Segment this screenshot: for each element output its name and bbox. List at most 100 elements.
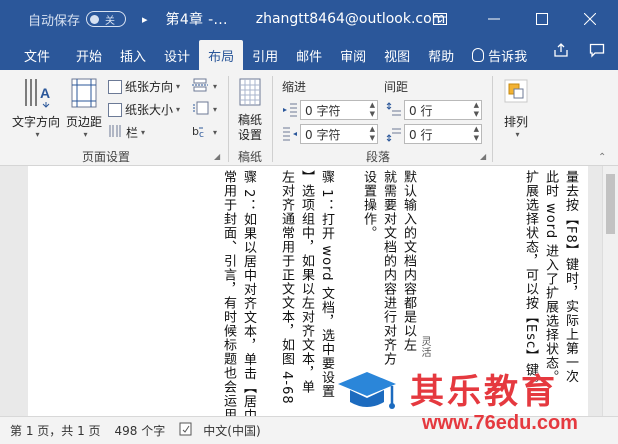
text-column: 扩展选择状态，可以按【Esc】键。 (523, 170, 538, 392)
page-setup-group-label: 页面设置 (82, 150, 131, 164)
size-button[interactable]: 纸张大小 ▾ (108, 101, 180, 118)
minimize-icon[interactable] (474, 0, 514, 38)
autosave-control[interactable]: 自动保存 关 (28, 10, 127, 29)
text-direction-button[interactable]: A 文字方向 ▾ (8, 76, 64, 139)
manuscript-group-label: 稿纸 (238, 150, 263, 164)
text-column: 就需要对文档的内容进行对齐方 (381, 170, 396, 366)
breaks-button[interactable]: ▾ (192, 78, 217, 95)
spacing-label: 间距 (384, 80, 409, 94)
group-separator (228, 76, 229, 162)
svg-text:A: A (40, 85, 50, 101)
paragraph-launcher-icon[interactable]: ◢ (480, 152, 486, 161)
chevron-down-icon: ▾ (176, 105, 181, 114)
chevron-down-icon: ▾ (213, 82, 218, 91)
spacing-after-value: 0 行 (409, 127, 433, 142)
tab-insert[interactable]: 插入 (111, 40, 155, 70)
breaks-icon (192, 78, 210, 95)
tab-help[interactable]: 帮助 (419, 40, 463, 70)
scrollbar-thumb[interactable] (606, 174, 615, 234)
svg-text:c: c (199, 130, 204, 138)
account-name[interactable]: zhangtt8464@outlook.com (256, 11, 446, 27)
share-icon[interactable] (553, 42, 569, 62)
tab-file[interactable]: 文件 (0, 40, 67, 70)
chevron-down-icon: ▾ (213, 128, 218, 137)
collapse-ribbon-icon[interactable]: ⌃ (598, 152, 606, 163)
size-label: 纸张大小 (125, 103, 174, 117)
orientation-button[interactable]: 纸张方向 ▾ (108, 78, 180, 95)
margins-button[interactable]: 页边距 ▾ (64, 76, 104, 139)
tab-label: 帮助 (428, 49, 455, 65)
ribbon-display-options-icon[interactable] (420, 0, 460, 38)
chevron-down-icon: ▾ (83, 130, 88, 139)
orientation-label: 纸张方向 (125, 80, 174, 94)
line-numbers-button[interactable]: ▾ (192, 101, 217, 118)
arrange-icon (499, 76, 533, 110)
close-icon[interactable] (570, 0, 610, 38)
indent-left-icon (282, 102, 298, 118)
text-column: 设置操作。 (361, 170, 376, 240)
ribbon-layout: A 文字方向 ▾ 页边距 ▾ 纸张方向 ▾ 纸张大小 ▾ 栏 ▾ ▾ ▾ b c… (0, 70, 618, 166)
page-setup-launcher-icon[interactable]: ◢ (214, 152, 220, 161)
page-count[interactable]: 第 1 页，共 1 页 (10, 422, 101, 439)
manuscript-icon (233, 76, 267, 110)
tab-design[interactable]: 设计 (155, 40, 199, 70)
comments-icon[interactable] (589, 42, 605, 62)
manuscript-settings-label: 稿纸 设置 (237, 113, 262, 142)
tab-mailings[interactable]: 邮件 (287, 40, 331, 70)
watermark-name: 其乐教育 (410, 372, 558, 412)
spacing-after-icon (386, 126, 402, 142)
indent-left-value: 0 字符 (305, 103, 341, 118)
margin-annotation: 灵活 (419, 336, 430, 358)
margins-label: 页边距 (65, 115, 102, 129)
paper-size-icon (108, 102, 122, 117)
arrange-label: 排列 (503, 115, 528, 129)
autosave-toggle-state: 关 (105, 15, 116, 27)
text-column: 左对齐通常用于正文文本，如图 4-68 (279, 170, 294, 405)
text-column: 常用于封面、引言，有时候标题也会运用 (221, 170, 236, 416)
text-column: 量去按【F8】键时，实际上第一次 (563, 170, 578, 384)
columns-button[interactable]: 栏 ▾ (108, 124, 145, 141)
line-numbers-icon (192, 101, 210, 118)
tell-me-search[interactable]: 告诉我 (463, 40, 536, 70)
chevron-down-icon: ▾ (35, 130, 40, 139)
autosave-label: 自动保存 (28, 13, 81, 29)
autosave-toggle[interactable]: 关 (86, 11, 127, 27)
tab-label: 插入 (120, 49, 147, 65)
spinner-arrows-icon[interactable]: ▲ ▼ (474, 125, 479, 143)
columns-label: 栏 (126, 126, 139, 140)
margins-icon (67, 76, 101, 110)
ribbon-tabs: 文件 开始 插入 设计 布局 引用 邮件 审阅 视图 帮助 告诉我 (0, 38, 618, 70)
columns-icon (108, 124, 122, 141)
indent-left-input[interactable]: 0 字符 ▲ ▼ (300, 100, 378, 120)
spinner-arrows-icon[interactable]: ▲ ▼ (474, 101, 479, 119)
tab-home[interactable]: 开始 (67, 40, 111, 70)
watermark-url: www.76edu.com (422, 412, 578, 434)
quick-access-more-icon[interactable]: ▸ (142, 13, 148, 26)
tab-review[interactable]: 审阅 (331, 40, 375, 70)
indent-right-input[interactable]: 0 字符 ▲ ▼ (300, 124, 378, 144)
hyphenation-button[interactable]: bc ▾ (192, 124, 217, 141)
tab-label: 审阅 (340, 49, 367, 65)
tab-label: 开始 (76, 49, 103, 65)
language[interactable]: 中文(中国) (203, 422, 260, 439)
spinner-arrows-icon[interactable]: ▲ ▼ (370, 101, 375, 119)
tab-layout[interactable]: 布局 (199, 40, 244, 70)
spacing-before-value: 0 行 (409, 103, 433, 118)
text-direction-label: 文字方向 (11, 115, 60, 129)
text-column: 】选项组中，如果以左对齐文本，单 (299, 170, 314, 394)
tab-label: 布局 (208, 49, 235, 65)
spinner-arrows-icon[interactable]: ▲ ▼ (370, 125, 375, 143)
title-bar: 自动保存 关 ▸ 第4章 -... zhangtt8464@outlook.co… (0, 0, 618, 38)
proofing-icon[interactable] (179, 422, 193, 439)
spacing-before-input[interactable]: 0 行 ▲ ▼ (404, 100, 482, 120)
tab-view[interactable]: 视图 (375, 40, 419, 70)
arrange-button[interactable]: 排列 ▾ (498, 76, 534, 139)
spacing-after-input[interactable]: 0 行 ▲ ▼ (404, 124, 482, 144)
tab-label: 视图 (384, 49, 411, 65)
paragraph-group-label: 段落 (366, 150, 391, 164)
manuscript-settings-button[interactable]: 稿纸 设置 (232, 76, 268, 143)
maximize-icon[interactable] (522, 0, 562, 38)
tab-references[interactable]: 引用 (243, 40, 287, 70)
hyphenation-icon: bc (192, 124, 210, 141)
word-count[interactable]: 498 个字 (115, 422, 166, 439)
